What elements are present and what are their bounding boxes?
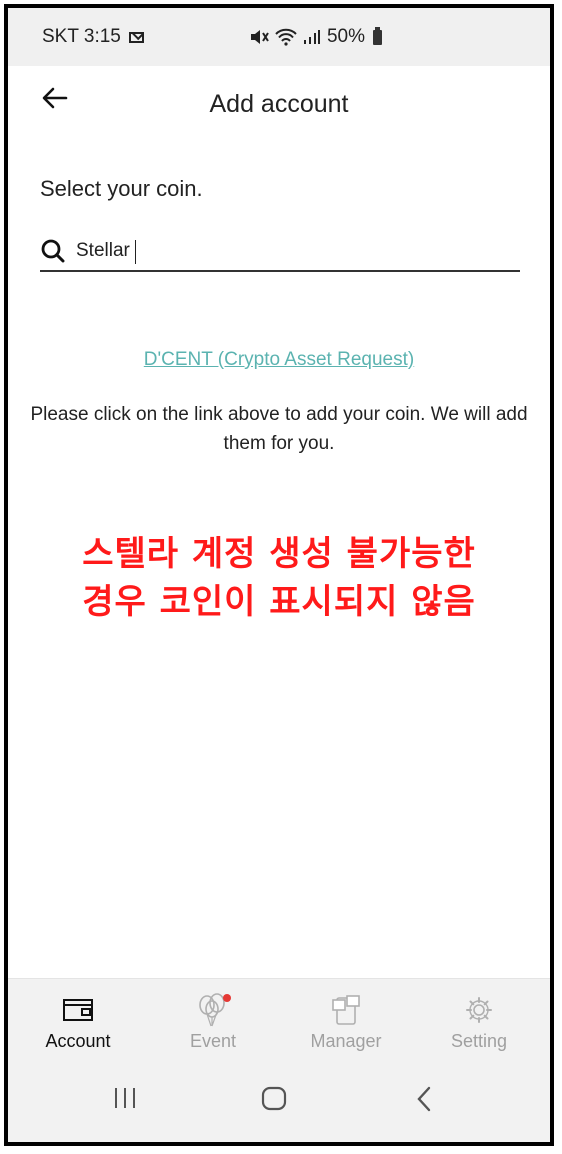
carrier-time: SKT 3:15 [42,26,121,47]
nav-label-event: Event [189,1031,237,1051]
home-button[interactable] [260,1086,288,1117]
signal-icon [303,30,320,44]
gear-icon [466,997,492,1023]
system-nav-bar [8,1064,550,1142]
nav-item-account[interactable]: Account [13,993,143,1052]
nav-item-event[interactable]: Event [148,993,278,1052]
battery-percent: 50% [326,26,365,47]
status-left: SKT 3:15 [42,26,144,48]
battery-icon [373,26,382,45]
select-coin-label: Select your coin. [40,176,203,201]
nav-label-manager: Manager [310,1031,382,1051]
annotation-note: 스텔라 계정 생성 불가능한 경우 코인이 표시되지 않음 [8,530,550,626]
mail-icon [128,31,144,43]
wallet-icon [63,999,93,1021]
app-header: Add account [8,66,550,136]
recents-icon [115,1088,135,1108]
status-bar: SKT 3:15 50% [8,8,550,66]
system-back-button[interactable] [414,1086,434,1117]
nav-label-account: Account [45,1031,111,1051]
coin-search-field[interactable] [40,234,520,272]
nav-label-setting: Setting [450,1031,508,1051]
crypto-asset-request-link[interactable]: D'CENT (Crypto Asset Request) [8,349,550,371]
page-title: Add account [209,90,349,118]
status-right: 50% [249,26,382,48]
nav-item-setting[interactable]: Setting [414,993,544,1052]
home-icon [261,1086,287,1111]
mute-icon [250,30,269,44]
annotation-line-1: 스텔라 계정 생성 불가능한 [82,534,476,574]
recents-button[interactable] [112,1086,138,1115]
annotation-line-2: 경우 코인이 표시되지 않음 [82,582,476,622]
nav-item-manager[interactable]: Manager [281,993,411,1052]
bottom-nav: Account Event Manager Setting [8,978,550,1065]
phone-screen: SKT 3:15 50% Add account Select your coi… [4,4,554,1146]
wifi-icon [275,28,297,46]
search-icon [41,239,65,263]
search-input[interactable] [76,238,496,264]
text-cursor [135,240,136,264]
manager-icon [332,995,360,1025]
info-text: Please click on the link above to add yo… [30,404,528,454]
chevron-left-icon [417,1086,431,1112]
balloons-icon [199,993,231,1027]
